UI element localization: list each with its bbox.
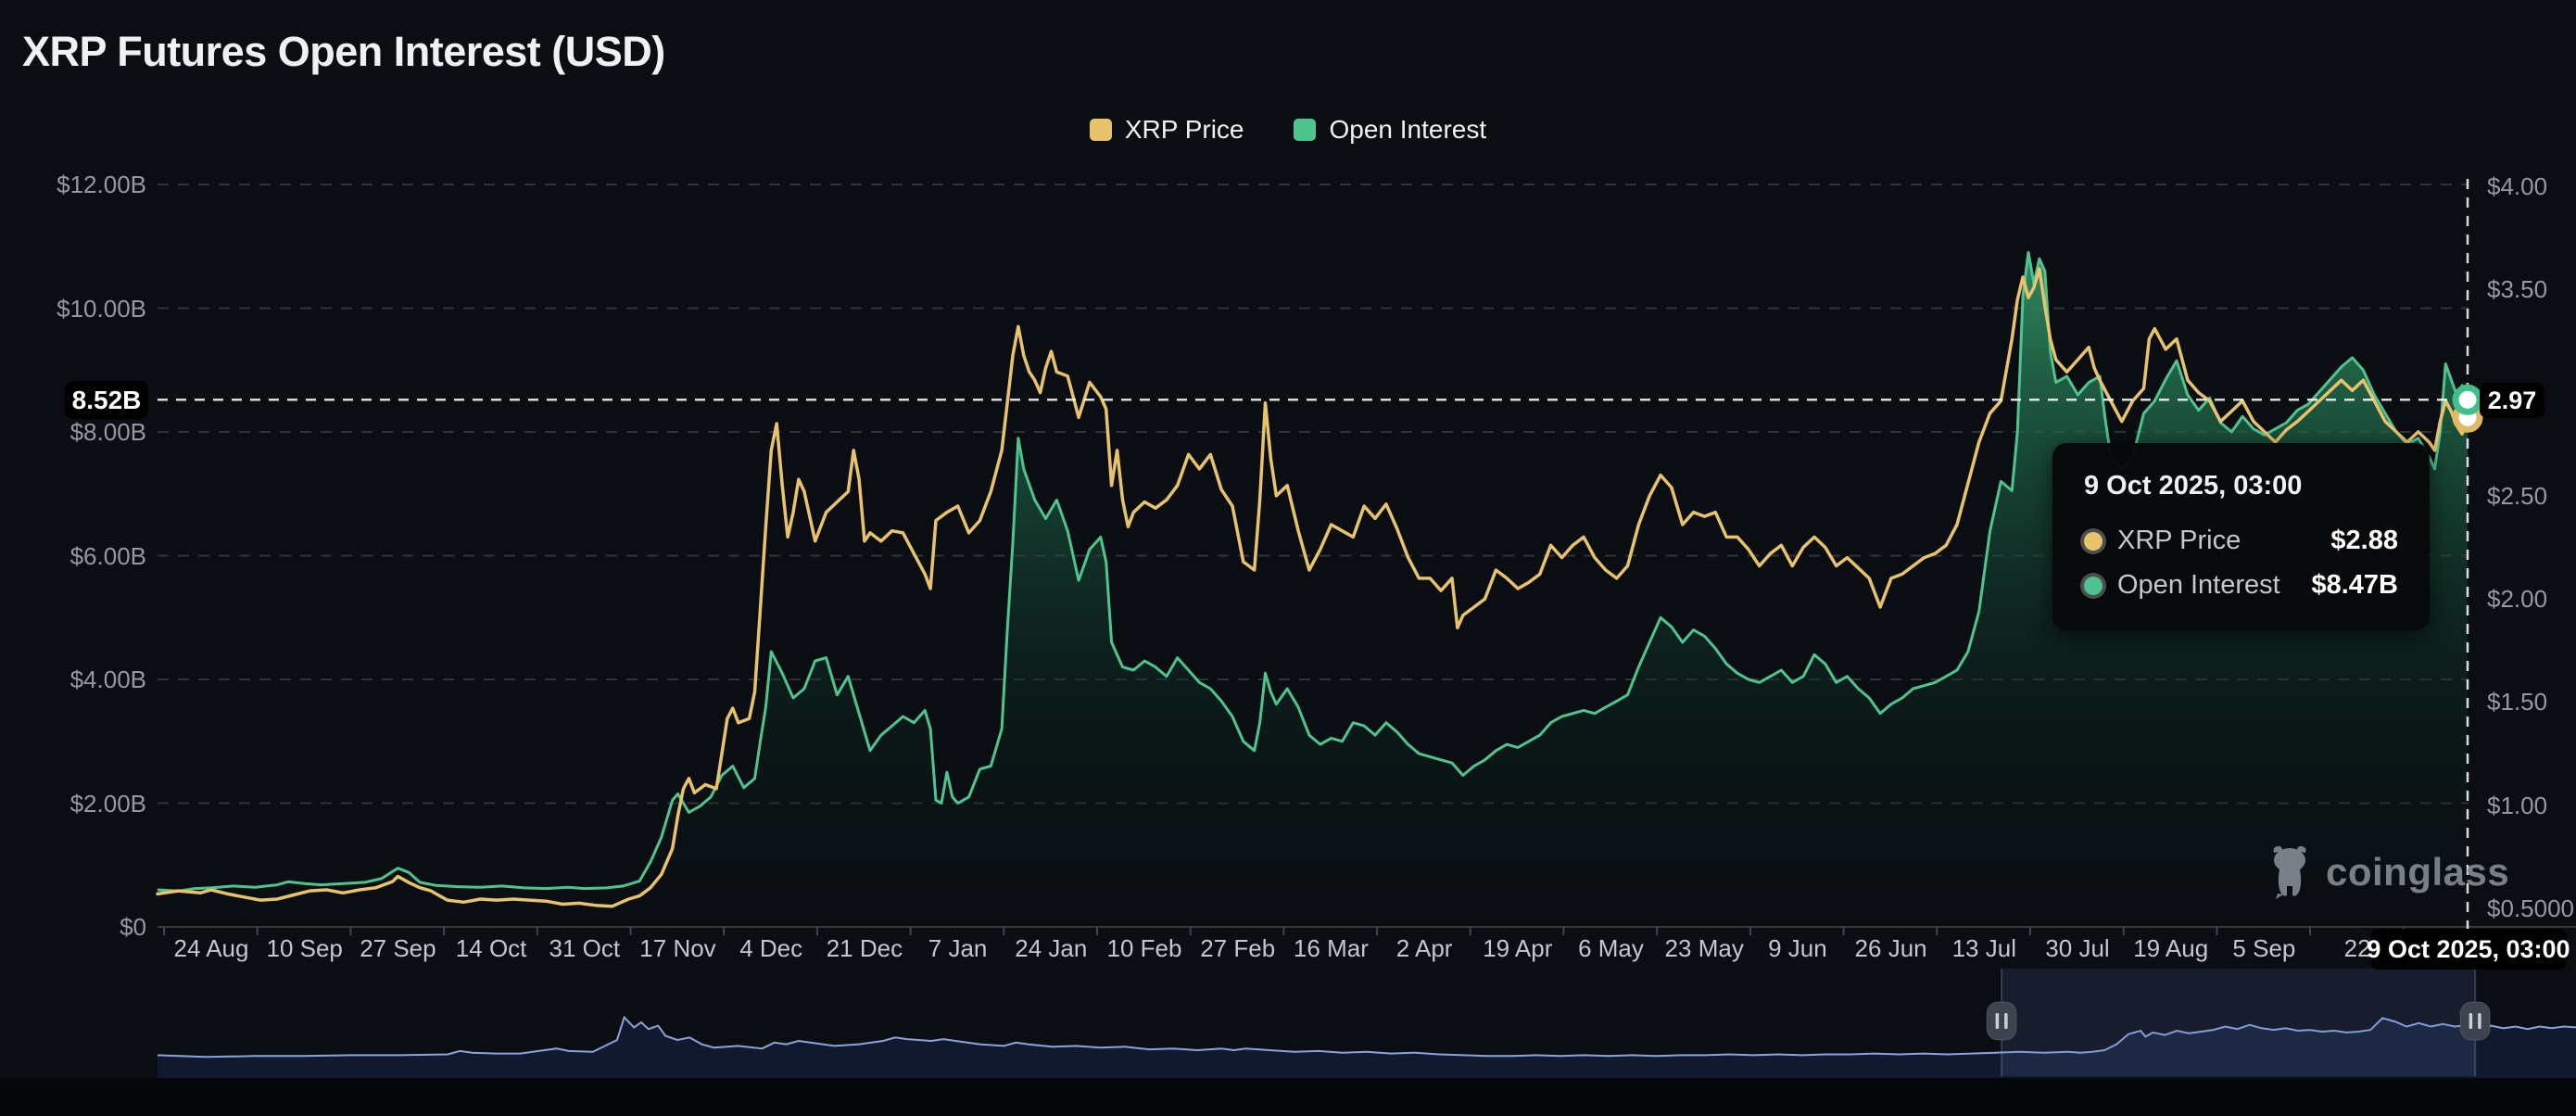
tooltip-series-label: XRP Price xyxy=(2117,526,2241,555)
x-axis-label: 16 Mar xyxy=(1293,934,1369,962)
legend-label: XRP Price xyxy=(1124,115,1244,144)
right-axis-label: $4.00 xyxy=(2487,172,2548,200)
left-axis-label: $4.00B xyxy=(69,666,146,693)
legend-item-open-interest[interactable]: Open Interest xyxy=(1294,115,1486,145)
x-axis-label: 24 Aug xyxy=(173,934,249,962)
right-axis-label: $1.50 xyxy=(2487,688,2548,717)
navigator-left-handle[interactable] xyxy=(1986,1001,2017,1041)
navigator-left-handle-grip[interactable] xyxy=(1986,1001,2017,1041)
x-axis-label: 13 Jul xyxy=(1951,934,2016,962)
right-axis-label: $1.00 xyxy=(2487,791,2548,819)
handle-bar-icon xyxy=(2469,1013,2473,1029)
x-axis-label: 30 Jul xyxy=(2045,934,2110,962)
crosshair-left-value: 8.52B xyxy=(71,385,142,414)
x-axis-label: 27 Sep xyxy=(360,934,436,962)
crosshair-left-value-pill: 8.52B xyxy=(65,381,148,419)
tooltip-rows: XRP Price $2.88 Open Interest $8.47B xyxy=(2084,526,2398,601)
crosshair-date-label: 9 Oct 2025, 03:00 xyxy=(2367,934,2570,963)
left-axis-label: $8.00B xyxy=(69,418,146,446)
navigator-selected-range[interactable] xyxy=(2001,969,2476,1076)
hover-tooltip: 9 Oct 2025, 03:00 XRP Price $2.88 Open Int… xyxy=(2052,443,2430,630)
tooltip-series-value: $8.47B xyxy=(2311,570,2398,600)
bottom-strip xyxy=(0,1078,2576,1116)
watermark-text: coinglass xyxy=(2326,850,2510,894)
x-axis-label: 24 Jan xyxy=(1015,934,1088,962)
tooltip-series-label: Open Interest xyxy=(2117,570,2280,600)
x-axis-label: 21 Dec xyxy=(826,934,903,962)
navigator-right-handle[interactable] xyxy=(2459,1001,2491,1041)
chart-page: XRP Futures Open Interest (USD) XRP Pric… xyxy=(0,0,2576,1116)
crosshair-date-pill: 9 Oct 2025, 03:00 xyxy=(2367,929,2570,970)
left-axis-label: $12.00B xyxy=(57,171,146,198)
left-axis-label: $10.00B xyxy=(57,294,146,323)
coinglass-logo-icon xyxy=(2273,845,2306,899)
x-axis-label: 19 Aug xyxy=(2133,934,2209,962)
x-axis-label: 10 Sep xyxy=(266,934,343,962)
right-axis-label: $2.50 xyxy=(2487,481,2548,510)
handle-bar-icon xyxy=(2478,1013,2481,1029)
x-axis-label: 9 Jun xyxy=(1768,934,1827,962)
crosshair-right-value-pill: 2.97 xyxy=(2480,383,2544,418)
x-axis-label: 10 Feb xyxy=(1106,934,1182,962)
x-axis-label: 7 Jan xyxy=(928,934,988,962)
x-axis-label: 27 Feb xyxy=(1200,934,1276,962)
x-axis-label: 5 Sep xyxy=(2232,934,2296,962)
handle-bar-icon xyxy=(2004,1013,2008,1029)
left-axis-label: $2.00B xyxy=(69,789,146,818)
navigator-right-handle-grip[interactable] xyxy=(2459,1001,2491,1041)
x-axis-label: 4 Dec xyxy=(739,934,803,962)
x-axis-label: 6 May xyxy=(1578,934,1644,962)
x-axis-label: 23 May xyxy=(1664,934,1744,962)
x-axis-label: 17 Nov xyxy=(639,934,716,962)
left-axis-label: $0 xyxy=(120,913,146,941)
legend-label: Open Interest xyxy=(1329,115,1487,144)
x-axis-label: 14 Oct xyxy=(455,934,527,962)
right-axis-label: $3.50 xyxy=(2487,275,2548,304)
legend-swatch-icon xyxy=(1294,119,1317,141)
tooltip-row: XRP Price $2.88 xyxy=(2084,526,2398,556)
tooltip-date: 9 Oct 2025, 03:00 xyxy=(2084,471,2303,501)
x-axis-label: 31 Oct xyxy=(549,934,621,962)
x-axis-label: 26 Jun xyxy=(1854,934,1927,962)
coinglass-watermark: coinglass xyxy=(2265,845,2509,899)
x-axis-label: 19 Apr xyxy=(1483,934,1553,962)
legend-item-xrp-price[interactable]: XRP Price xyxy=(1089,115,1244,145)
handle-bar-icon xyxy=(1995,1013,2000,1029)
tooltip-row: Open Interest $8.47B xyxy=(2084,570,2398,601)
tooltip-series-value: $2.88 xyxy=(2330,526,2398,555)
chart-legend: XRP Price Open Interest xyxy=(0,115,2576,145)
legend-swatch-icon xyxy=(1089,119,1112,141)
right-axis-label: $0.5000 xyxy=(2487,894,2574,922)
right-axis-label: $2.00 xyxy=(2487,585,2548,614)
tooltip-series-dot-icon xyxy=(2084,576,2102,595)
x-axis-label: 2 Apr xyxy=(1395,934,1453,962)
page-title: XRP Futures Open Interest (USD) xyxy=(22,28,665,75)
crosshair-right-value: 2.97 xyxy=(2487,386,2537,414)
left-axis-label: $6.00B xyxy=(69,541,146,570)
tooltip-series-dot-icon xyxy=(2084,531,2102,551)
